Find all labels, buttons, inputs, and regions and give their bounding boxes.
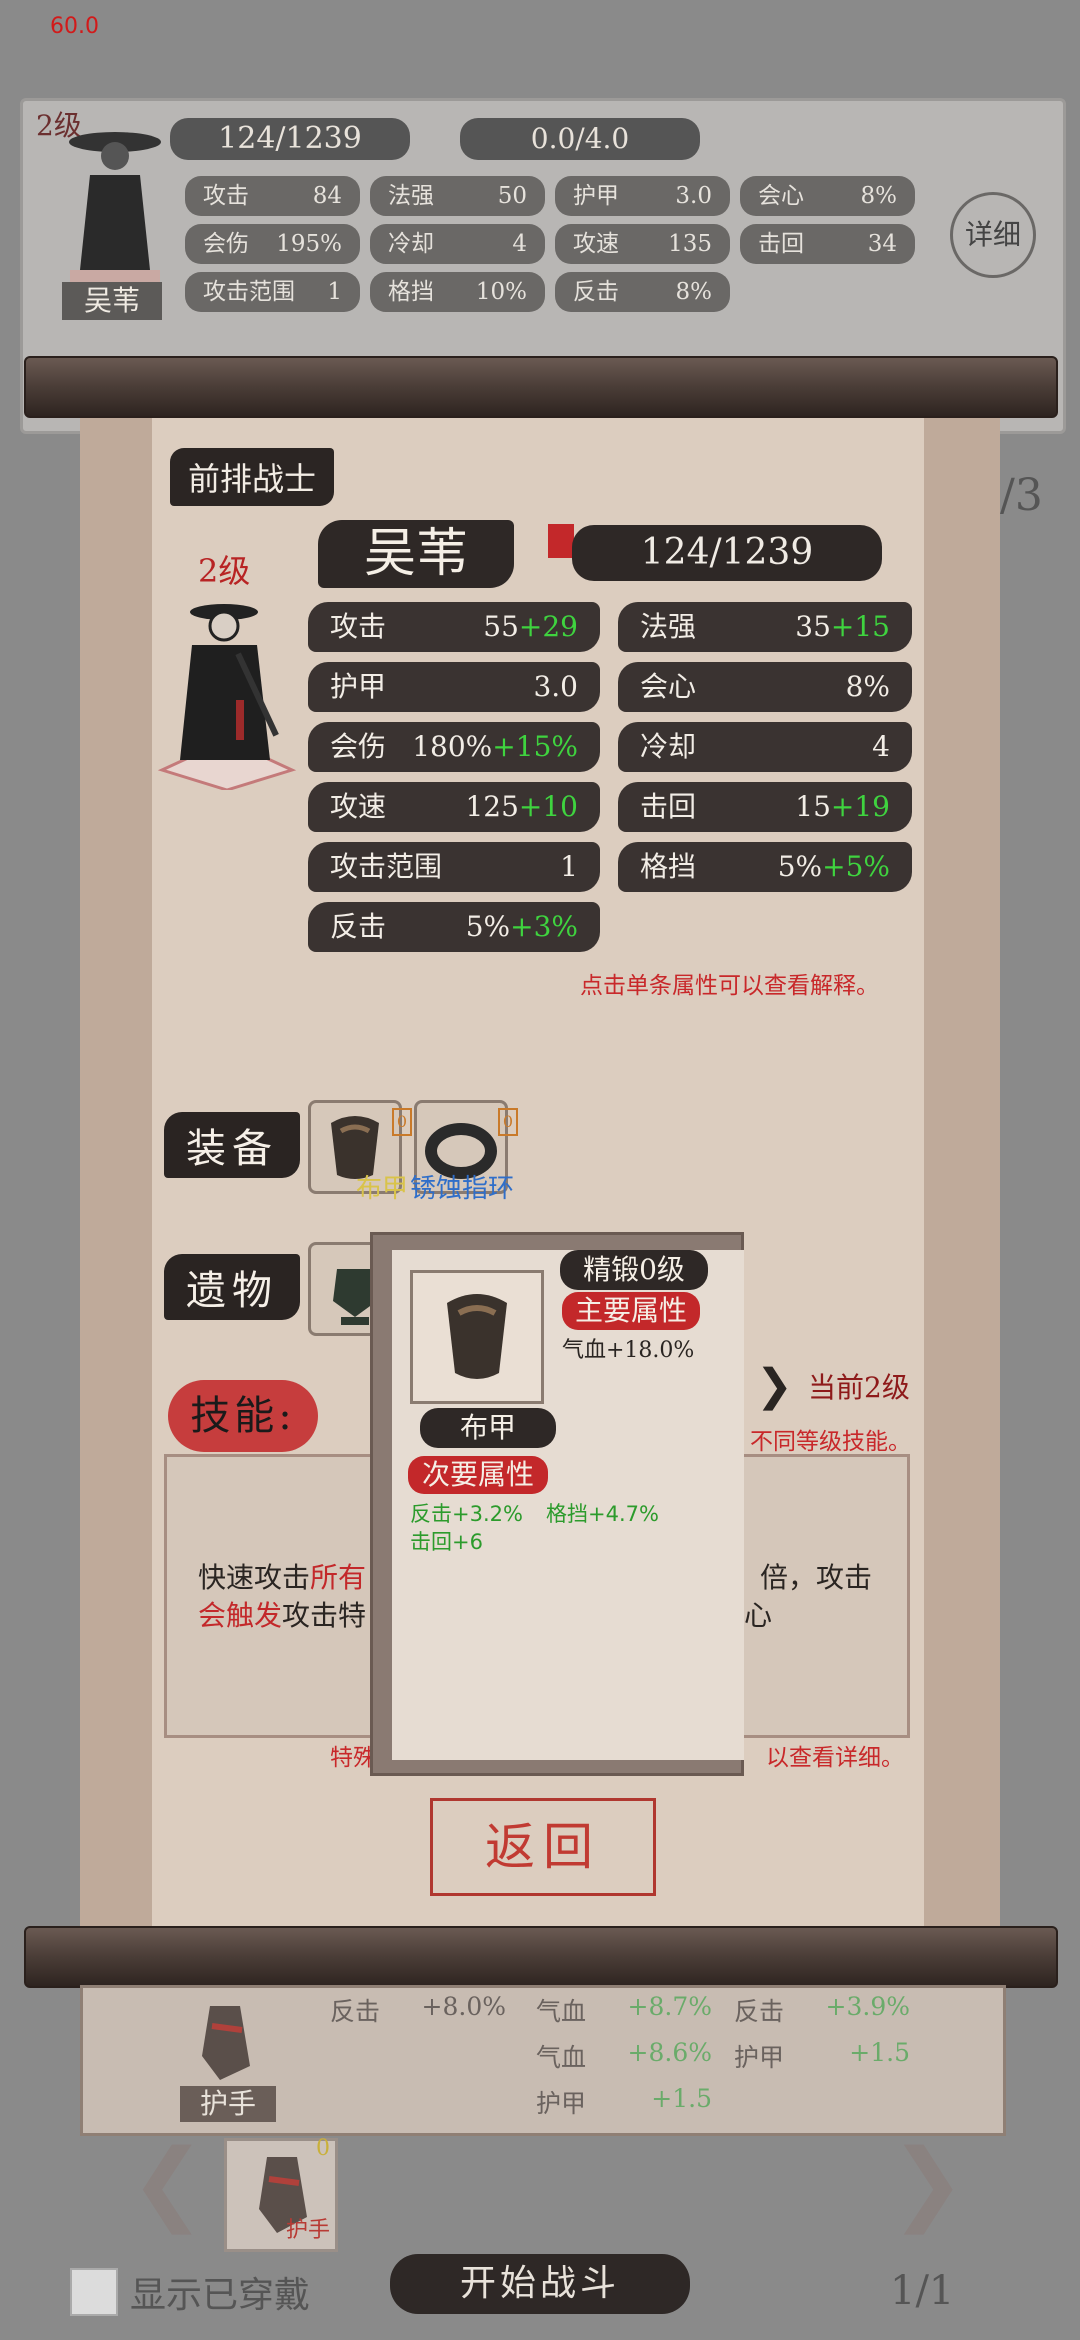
compare-stat: 反击 +3.9% <box>734 1992 910 2026</box>
hero-portrait <box>157 604 297 790</box>
relics-label: 遗物 <box>164 1254 300 1320</box>
hero-role-title: 前排战士 <box>170 448 335 506</box>
skill-current-level: 当前2级 <box>808 1371 910 1404</box>
tooltip-item-name: 布甲 <box>420 1408 556 1448</box>
inventory-item-name: 护手 <box>286 2218 331 2243</box>
skill-label: 技能: <box>168 1380 318 1452</box>
skill-desc-line2: 会触发攻击特 <box>198 1599 367 1632</box>
equip-badge: 0 <box>392 1108 412 1136</box>
show-equipped-label: 显示已穿戴 <box>130 2275 311 2316</box>
stat-hint: 点击单条属性可以查看解释。 <box>580 973 879 999</box>
bg-stat: 会伤 195% <box>185 224 360 264</box>
equipment-label: 装备 <box>164 1112 300 1178</box>
bg-stat: 法强 50 <box>370 176 545 216</box>
compare-item-name: 护手 <box>180 2086 276 2122</box>
skill-footer-right: 以查看详细。 <box>766 1745 904 1771</box>
tooltip-sub-stat: 格挡+4.7% <box>546 1502 659 1526</box>
inventory-page-indicator: 1/1 <box>890 2268 955 2314</box>
show-equipped-checkbox[interactable] <box>70 2268 118 2316</box>
tooltip-sub-stat: 反击+3.2% <box>410 1502 523 1526</box>
bg-stat: 攻击 84 <box>185 176 360 216</box>
stat-attack[interactable]: 攻击 55+29 <box>308 602 600 652</box>
tooltip-item-slot <box>410 1270 544 1404</box>
tooltip-main-value: 气血+18.0% <box>562 1338 695 1363</box>
skill-desc-line2-end: 心 <box>744 1599 773 1632</box>
hero-name: 吴苇 <box>318 520 514 588</box>
next-page-icon[interactable]: ❯ <box>890 2130 965 2235</box>
detail-button[interactable]: 详细 <box>950 192 1036 278</box>
stat-hit-recovery[interactable]: 击回 15+19 <box>618 782 912 832</box>
tooltip-sub-stat: 击回+6 <box>410 1530 483 1554</box>
bg-hero-portrait <box>69 132 161 284</box>
scroll-top-roller <box>24 356 1058 418</box>
compare-stat: 护甲 +1.5 <box>536 2084 712 2118</box>
compare-stat: 气血 +8.7% <box>536 1992 712 2026</box>
bg-page-indicator: /3 <box>1000 470 1043 521</box>
stat-counter[interactable]: 反击 5%+3% <box>308 902 600 952</box>
compare-stat: 反击 +8.0% <box>330 1992 506 2026</box>
stat-block[interactable]: 格挡 5%+5% <box>618 842 912 892</box>
bg-stat: 会心 8% <box>740 176 915 216</box>
bg-stat: 反击 8% <box>555 272 730 312</box>
tooltip-forge-level: 精锻0级 <box>560 1250 708 1290</box>
stat-armor[interactable]: 护甲 3.0 <box>308 662 600 712</box>
stat-attack-speed[interactable]: 攻速 125+10 <box>308 782 600 832</box>
scroll-bottom-roller <box>24 1926 1058 1988</box>
fps-counter: 60.0 <box>50 14 99 39</box>
tooltip-sub-label: 次要属性 <box>408 1456 548 1494</box>
bg-stat: 攻击范围 1 <box>185 272 360 312</box>
bg-stat: 格挡 10% <box>370 272 545 312</box>
skill-level-hint: 不同等级技能。 <box>750 1429 911 1455</box>
stat-crit-damage[interactable]: 会伤 180%+15% <box>308 722 600 772</box>
bg-energy-bar: 0.0/4.0 <box>460 118 700 160</box>
bg-hero-name: 吴苇 <box>62 282 162 320</box>
bg-stat: 护甲 3.0 <box>555 176 730 216</box>
back-button[interactable]: 返回 <box>430 1798 656 1896</box>
gauntlet-icon <box>202 2006 250 2080</box>
armor-icon <box>447 1294 507 1379</box>
hero-level: 2级 <box>198 552 251 590</box>
bg-hp-bar: 124/1239 <box>170 118 410 160</box>
skill-desc-line1: 快速攻击所有 <box>198 1561 367 1594</box>
skill-desc-line1-end: 倍，攻击 <box>760 1561 873 1594</box>
bg-stat: 击回 34 <box>740 224 915 264</box>
hp-flag-icon <box>548 524 574 558</box>
bg-stat: 攻速 135 <box>555 224 730 264</box>
tooltip-main-label: 主要属性 <box>562 1292 700 1330</box>
stat-crit[interactable]: 会心 8% <box>618 662 912 712</box>
skill-next-arrow-icon[interactable]: ❯ <box>756 1360 793 1411</box>
stat-magic[interactable]: 法强 35+15 <box>618 602 912 652</box>
stat-attack-range[interactable]: 攻击范围 1 <box>308 842 600 892</box>
equip-badge: 0 <box>498 1108 518 1136</box>
prev-page-icon[interactable]: ❮ <box>130 2130 205 2235</box>
start-battle-button[interactable]: 开始战斗 <box>390 2254 690 2314</box>
inventory-badge: 0 <box>316 2136 330 2161</box>
equip-name-armor: 布甲 <box>356 1174 409 1204</box>
compare-stat: 气血 +8.6% <box>536 2038 712 2072</box>
bg-stat: 冷却 4 <box>370 224 545 264</box>
stat-cooldown[interactable]: 冷却 4 <box>618 722 912 772</box>
compare-stat: 护甲 +1.5 <box>734 2038 910 2072</box>
equip-name-ring: 锈蚀指环 <box>410 1174 515 1204</box>
hero-hp: 124/1239 <box>572 525 882 581</box>
